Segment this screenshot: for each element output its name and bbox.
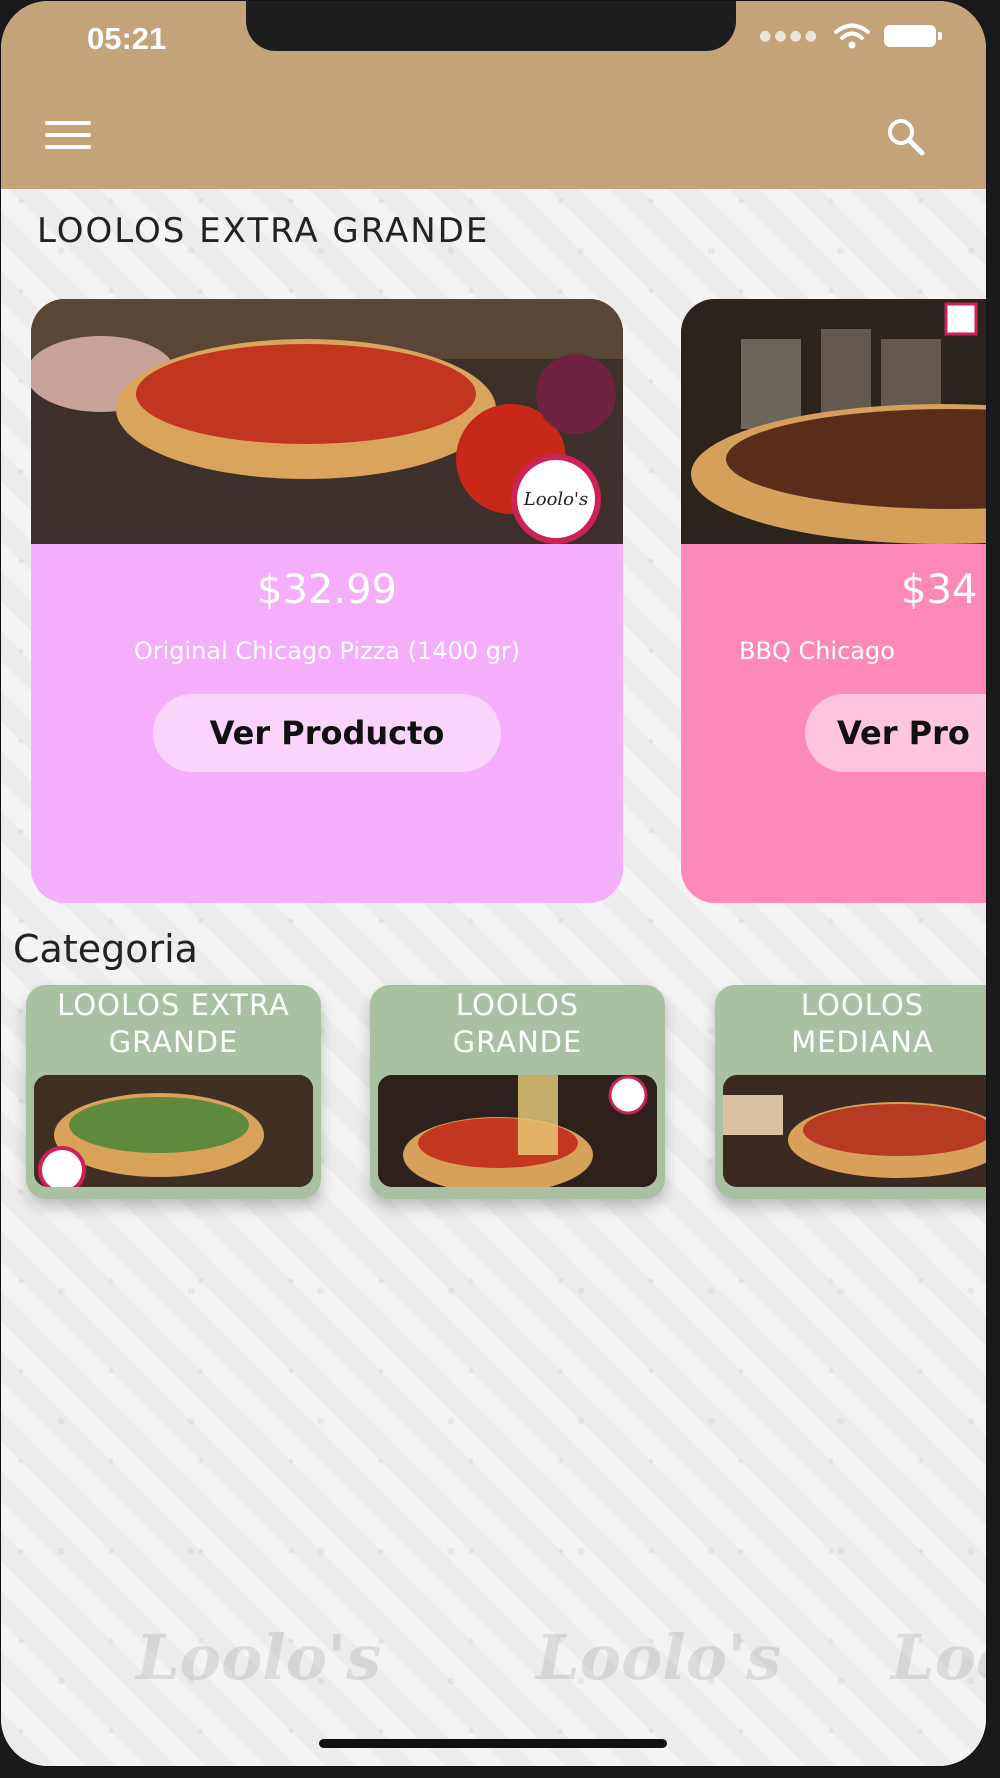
category-image <box>34 1075 313 1187</box>
menu-icon[interactable] <box>45 121 91 151</box>
wifi-icon <box>834 23 870 49</box>
home-indicator[interactable] <box>319 1739 667 1748</box>
product-card[interactable]: $34 BBQ Chicago Ver Pro <box>681 299 986 903</box>
category-image <box>378 1075 657 1187</box>
svg-text:Loolo's: Loolo's <box>523 489 588 510</box>
category-card[interactable]: LOOLOS EXTRA GRANDE <box>26 985 321 1199</box>
status-icons: ●●●● <box>759 23 942 49</box>
product-price: $32.99 <box>257 567 397 613</box>
app-bar: 05:21 ●●●● <box>1 1 986 189</box>
product-name: Original Chicago Pizza (1400 gr) <box>133 637 521 665</box>
product-image: Loolo's <box>31 299 623 544</box>
category-label: LOOLOS GRANDE <box>452 988 583 1059</box>
category-card[interactable]: LOOLOS MEDIANA <box>715 985 986 1199</box>
category-label: LOOLOS MEDIANA <box>791 988 934 1059</box>
signal-icon: ●●●● <box>759 28 820 44</box>
watermark-logo: Loolo's <box>536 1621 782 1694</box>
product-price: $34 <box>901 567 978 613</box>
product-image <box>681 299 986 544</box>
product-name: BBQ Chicago <box>739 637 895 665</box>
battery-icon <box>884 25 942 47</box>
category-image <box>723 1075 986 1187</box>
category-title: Categoria <box>13 927 198 971</box>
watermark-logo: Loolo's <box>136 1621 382 1694</box>
status-time: 05:21 <box>87 21 167 56</box>
phone-screen: Loolo's Loolo's Loolo's 05:21 ●●●● LOOLO… <box>0 0 987 1767</box>
category-label: LOOLOS EXTRA GRANDE <box>57 988 290 1059</box>
search-icon[interactable] <box>884 115 928 159</box>
device-notch <box>246 1 736 51</box>
section-title: LOOLOS EXTRA GRANDE <box>37 211 490 251</box>
pizza-photo <box>681 299 986 544</box>
pizza-photo: Loolo's <box>31 299 623 544</box>
product-card[interactable]: Loolo's $32.99 Original Chicago Pizza (1… <box>31 299 623 903</box>
ver-producto-button[interactable]: Ver Producto <box>153 694 501 772</box>
watermark-logo: Loolo's <box>891 1621 986 1694</box>
ver-producto-button[interactable]: Ver Pro <box>805 694 986 772</box>
category-card[interactable]: LOOLOS GRANDE <box>370 985 665 1199</box>
